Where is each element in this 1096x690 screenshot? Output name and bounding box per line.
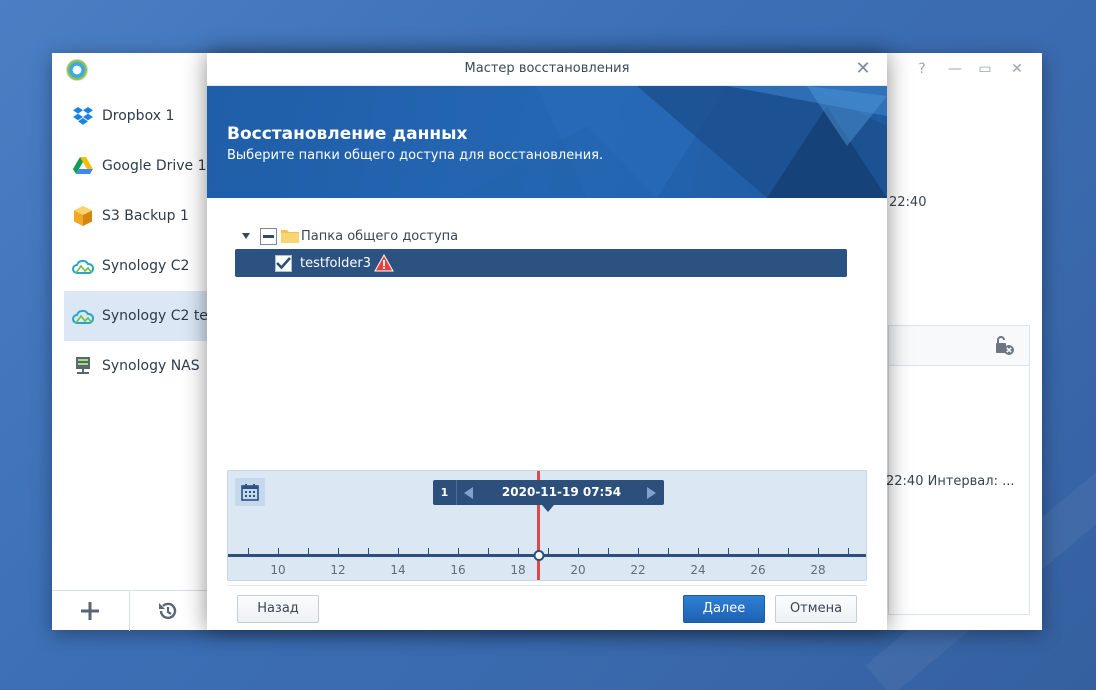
expand-arrow-icon[interactable] <box>242 233 250 239</box>
wizard-banner: Восстановление данных Выберите папки общ… <box>207 86 887 198</box>
history-icon <box>159 602 177 620</box>
tree-item-testfolder3[interactable]: testfolder3 <box>235 249 847 277</box>
help-icon[interactable]: ? <box>912 59 932 79</box>
timeline-day-label: 18 <box>510 563 525 577</box>
add-connection-button[interactable] <box>52 591 130 631</box>
version-count: 1 <box>433 480 457 505</box>
back-button[interactable]: Назад <box>237 595 319 623</box>
root-partial-checkbox[interactable] <box>260 227 277 245</box>
timeline-tick <box>578 548 579 554</box>
calendar-button[interactable] <box>235 478 265 506</box>
connections-sidebar: Dropbox 1 Google Drive 1 S3 Backup 1 Syn… <box>52 90 214 590</box>
schedule-interval-text: 22:40 Интервал: ... <box>886 474 1015 489</box>
banner-subtitle: Выберите папки общего доступа для восста… <box>227 148 604 163</box>
selected-version-datetime: 2020-11-19 07:54 <box>501 485 622 499</box>
timeline-tick <box>338 548 339 554</box>
timeline-tick <box>548 548 549 554</box>
sidebar-item-label: Google Drive 1 <box>102 158 207 174</box>
unlock-disconnect-icon[interactable] <box>993 334 1015 356</box>
tree-item-label: testfolder3 <box>300 255 371 271</box>
synology-c2-icon <box>72 305 94 327</box>
banner-title: Восстановление данных <box>227 124 468 144</box>
plus-icon <box>81 602 100 620</box>
next-version-icon[interactable] <box>647 487 656 499</box>
timeline-day-label: 22 <box>630 563 645 577</box>
tree-root-label: Папка общего доступа <box>301 228 459 244</box>
nas-icon <box>72 355 94 377</box>
restore-wizard-dialog: Мастер восстановления ✕ Восстановление д… <box>207 53 887 630</box>
checkmark-icon <box>276 256 291 269</box>
timeline-tick <box>308 548 309 554</box>
timeline-tick <box>458 548 459 554</box>
version-point[interactable] <box>533 550 545 561</box>
timeline-day-label: 20 <box>570 563 585 577</box>
synology-c2-icon <box>72 255 94 277</box>
timeline-tick <box>668 548 669 554</box>
timeline-tick <box>368 548 369 554</box>
footer-divider <box>227 585 867 586</box>
version-timeline[interactable]: 10 12 14 16 18 20 22 24 26 28 1 2020-11-19 07:54 <box>227 470 867 581</box>
timeline-tick <box>698 548 699 554</box>
timeline-tick <box>848 548 849 554</box>
timeline-tick <box>518 548 519 554</box>
next-button[interactable]: Далее <box>683 595 765 623</box>
timeline-tick <box>278 548 279 554</box>
task-panel-header <box>889 326 1029 366</box>
last-sync-time: 22:40 <box>889 195 927 210</box>
timeline-day-label: 26 <box>750 563 765 577</box>
timeline-day-label: 28 <box>810 563 825 577</box>
timeline-tick <box>728 548 729 554</box>
dialog-title: Мастер восстановления <box>464 61 630 76</box>
timeline-tick <box>758 548 759 554</box>
google-drive-icon <box>72 155 94 177</box>
app-logo-icon <box>66 59 88 81</box>
sidebar-item-label: Synology NAS <box>102 358 200 374</box>
timeline-tick <box>818 548 819 554</box>
sidebar-item-label: Dropbox 1 <box>102 108 175 124</box>
dialog-close-icon[interactable]: ✕ <box>853 59 873 79</box>
timeline-day-label: 16 <box>450 563 465 577</box>
timeline-tick <box>428 548 429 554</box>
sidebar-item-label: Synology C2 <box>102 258 190 274</box>
sidebar-item-synology-c2-test[interactable]: Synology C2 te <box>64 291 214 341</box>
sidebar-item-label: S3 Backup 1 <box>102 208 189 224</box>
timeline-tick <box>398 548 399 554</box>
timeline-tick <box>488 548 489 554</box>
dialog-titlebar: Мастер восстановления ✕ <box>207 53 887 86</box>
folder-icon <box>281 230 299 243</box>
warning-icon[interactable] <box>374 254 394 272</box>
version-navigator: 1 2020-11-19 07:54 <box>433 480 664 505</box>
task-panel <box>888 325 1030 615</box>
timeline-day-label: 12 <box>330 563 345 577</box>
timeline-tick <box>788 548 789 554</box>
close-window-icon[interactable]: ✕ <box>1007 59 1027 79</box>
sidebar-item-label: Synology C2 te <box>102 308 208 324</box>
minimize-icon[interactable]: — <box>945 59 965 79</box>
timeline-day-label: 24 <box>690 563 705 577</box>
timeline-tick <box>638 548 639 554</box>
timeline-tick <box>608 548 609 554</box>
shared-folder-tree: Папка общего доступа testfolder3 <box>235 225 847 277</box>
cancel-button[interactable]: Отмена <box>775 595 857 623</box>
tree-root-node[interactable]: Папка общего доступа <box>235 225 847 247</box>
calendar-icon <box>241 484 259 501</box>
dropbox-icon <box>72 105 94 127</box>
navigator-pointer <box>542 505 554 512</box>
timeline-day-label: 14 <box>390 563 405 577</box>
timeline-baseline <box>228 554 866 557</box>
previous-version-icon[interactable] <box>464 487 473 499</box>
s3-icon <box>72 205 94 227</box>
timeline-day-label: 10 <box>270 563 285 577</box>
restore-button[interactable] <box>130 591 208 631</box>
timeline-tick <box>248 548 249 554</box>
maximize-icon[interactable]: ▭ <box>975 59 995 79</box>
sidebar-toolbar <box>52 590 208 631</box>
folder-checkbox[interactable] <box>275 254 292 272</box>
